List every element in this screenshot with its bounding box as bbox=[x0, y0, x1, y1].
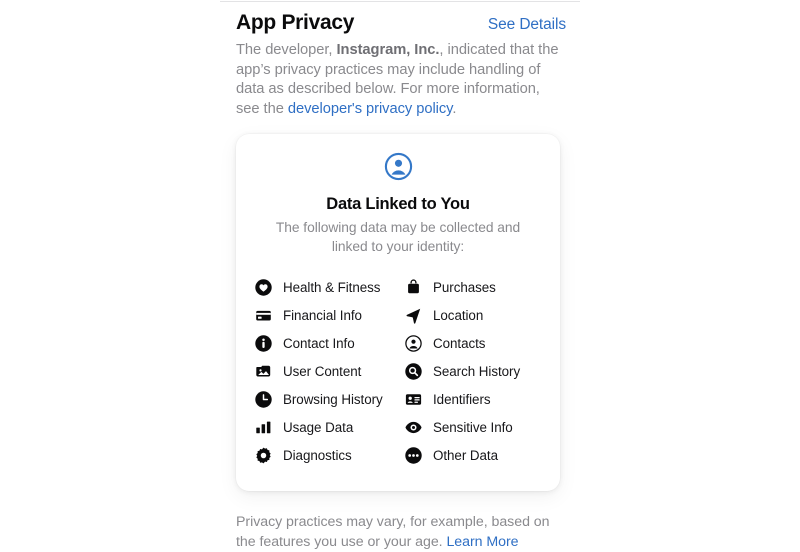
list-item: Other Data bbox=[405, 441, 555, 469]
developer-privacy-policy-link[interactable]: developer's privacy policy bbox=[288, 101, 453, 117]
location-arrow-icon bbox=[405, 307, 422, 324]
list-item: Purchases bbox=[405, 273, 555, 301]
clock-icon bbox=[255, 391, 272, 408]
list-item: Identifiers bbox=[405, 385, 555, 413]
privacy-footer-note: Privacy practices may vary, for example,… bbox=[236, 513, 558, 552]
list-item-label: Contact Info bbox=[283, 335, 355, 351]
list-item-label: Diagnostics bbox=[283, 447, 352, 463]
app-privacy-page: App Privacy See Details The developer, I… bbox=[0, 0, 800, 550]
list-item-label: Health & Fitness bbox=[283, 279, 381, 295]
magnifier-circle-icon bbox=[405, 363, 422, 380]
app-privacy-header: App Privacy See Details bbox=[236, 0, 566, 36]
eye-icon bbox=[405, 419, 422, 436]
list-item-label: Purchases bbox=[433, 279, 496, 295]
learn-more-link[interactable]: Learn More bbox=[446, 534, 518, 550]
ellipsis-circle-icon bbox=[405, 447, 422, 464]
bag-icon bbox=[405, 279, 422, 296]
gear-icon bbox=[255, 447, 272, 464]
list-item: Contact Info bbox=[255, 329, 405, 357]
list-item-label: Other Data bbox=[433, 447, 498, 463]
page-title: App Privacy bbox=[236, 11, 355, 34]
list-item: Usage Data bbox=[255, 413, 405, 441]
list-item-label: Financial Info bbox=[283, 307, 362, 323]
list-item-label: User Content bbox=[283, 363, 362, 379]
list-item-label: Browsing History bbox=[283, 391, 383, 407]
card-subtitle: The following data may be collected and … bbox=[275, 220, 521, 254]
id-card-icon bbox=[405, 391, 422, 408]
intro-text-before: The developer, bbox=[236, 42, 337, 58]
card-icon-wrap bbox=[236, 152, 560, 186]
list-item: Contacts bbox=[405, 329, 555, 357]
bar-chart-icon bbox=[255, 419, 272, 436]
list-item-label: Usage Data bbox=[283, 419, 354, 435]
list-item-label: Sensitive Info bbox=[433, 419, 513, 435]
credit-card-icon bbox=[255, 307, 272, 324]
list-item: Health & Fitness bbox=[255, 273, 405, 301]
developer-name: Instagram, Inc. bbox=[336, 42, 440, 58]
list-item-label: Contacts bbox=[433, 335, 486, 351]
app-privacy-content: App Privacy See Details The developer, I… bbox=[236, 0, 566, 552]
intro-text-end: . bbox=[452, 100, 457, 117]
list-item-label: Search History bbox=[433, 363, 521, 379]
list-item: User Content bbox=[255, 357, 405, 385]
list-item: Search History bbox=[405, 357, 555, 385]
card-title: Data Linked to You bbox=[326, 195, 470, 214]
person-circle-icon bbox=[384, 152, 413, 186]
list-item-label: Location bbox=[433, 307, 484, 323]
heart-icon bbox=[255, 279, 272, 296]
list-item: Browsing History bbox=[255, 385, 405, 413]
person-circle-outline-icon bbox=[405, 335, 422, 352]
see-details-link[interactable]: See Details bbox=[488, 15, 566, 35]
list-item-label: Identifiers bbox=[433, 391, 491, 407]
data-linked-to-you-card: Data Linked to You The following data ma… bbox=[236, 134, 560, 492]
photo-icon bbox=[255, 363, 272, 380]
privacy-intro-paragraph: The developer, Instagram, Inc., indicate… bbox=[236, 41, 566, 119]
data-category-grid: Health & Fitness Purchases Financial Inf… bbox=[236, 273, 560, 469]
info-circle-icon bbox=[255, 335, 272, 352]
list-item: Diagnostics bbox=[255, 441, 405, 469]
list-item: Sensitive Info bbox=[405, 413, 555, 441]
list-item: Location bbox=[405, 301, 555, 329]
list-item: Financial Info bbox=[255, 301, 405, 329]
